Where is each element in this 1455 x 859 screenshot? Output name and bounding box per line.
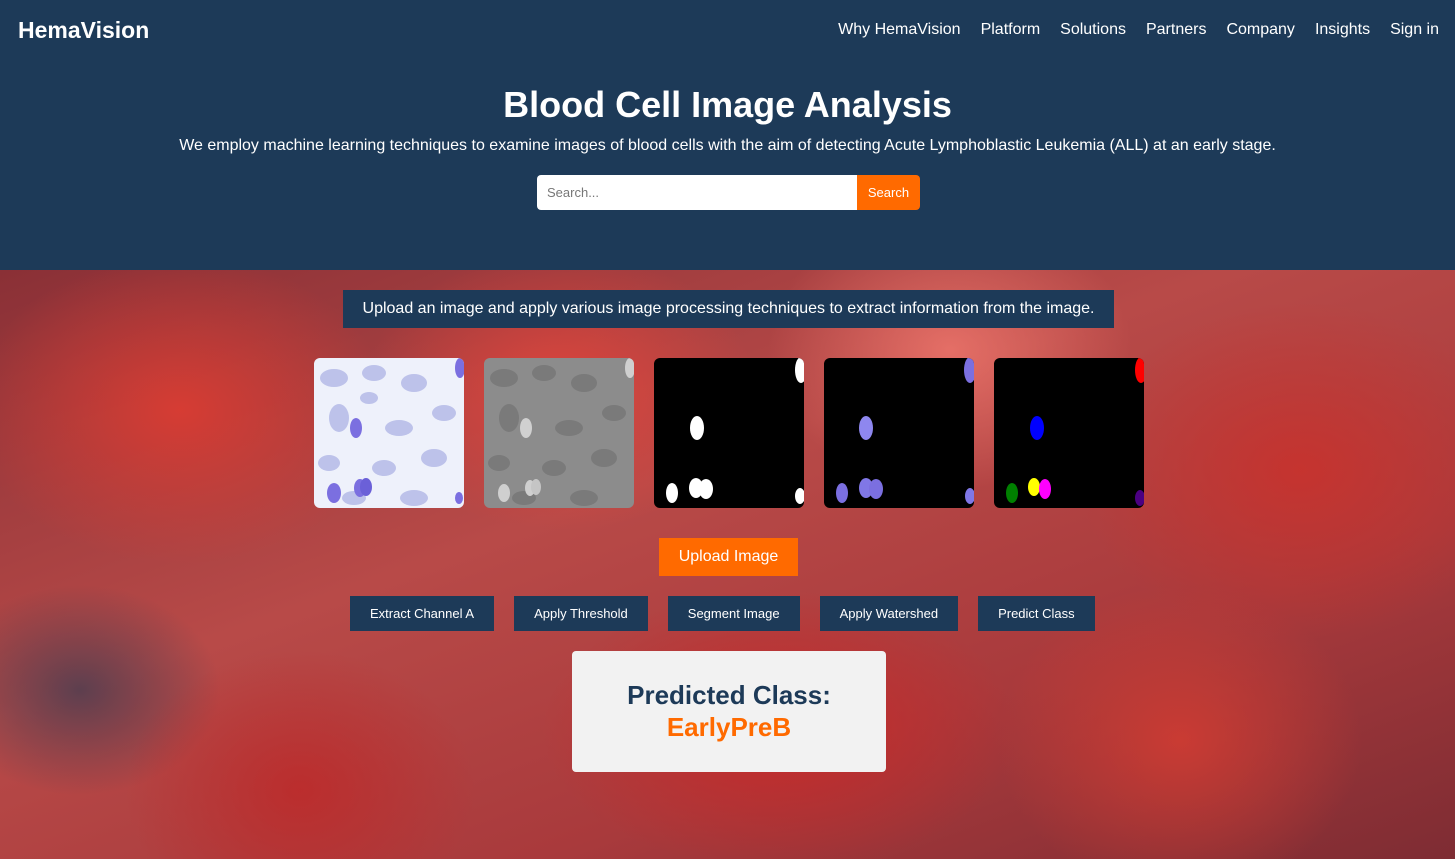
- nav-company[interactable]: Company: [1226, 21, 1294, 39]
- apply-watershed-button[interactable]: Apply Watershed: [819, 596, 959, 631]
- predicted-class-label: Predicted Class:: [627, 680, 831, 710]
- prediction-result-card: Predicted Class: EarlyPreB: [572, 651, 886, 772]
- predicted-class-value: EarlyPreB: [666, 712, 792, 742]
- threshold-thumbnail: [654, 358, 804, 508]
- top-nav: Why HemaVision Platform Solutions Partne…: [838, 21, 1439, 39]
- segment-image-button[interactable]: Segment Image: [667, 596, 800, 631]
- page-title: Blood Cell Image Analysis: [503, 84, 952, 125]
- upload-image-button[interactable]: Upload Image: [659, 538, 798, 576]
- apply-threshold-button[interactable]: Apply Threshold: [514, 596, 648, 631]
- nav-partners[interactable]: Partners: [1146, 21, 1206, 39]
- processing-actions: Extract Channel A Apply Threshold Segmen…: [350, 596, 1095, 631]
- hero-subtitle: We employ machine learning techniques to…: [179, 137, 1276, 154]
- original-image-thumbnail: [314, 358, 464, 508]
- instruction-banner: Upload an image and apply various image …: [343, 290, 1114, 328]
- segmented-thumbnail: [824, 358, 974, 508]
- nav-insights[interactable]: Insights: [1315, 21, 1370, 39]
- brand-logo[interactable]: HemaVision: [18, 17, 149, 44]
- extract-channel-a-button[interactable]: Extract Channel A: [350, 596, 495, 631]
- nav-platform[interactable]: Platform: [981, 21, 1041, 39]
- nav-why-hemavision[interactable]: Why HemaVision: [838, 21, 960, 39]
- search-input[interactable]: [537, 175, 857, 210]
- nav-solutions[interactable]: Solutions: [1060, 21, 1126, 39]
- search-bar: Search: [537, 175, 920, 210]
- header: HemaVision Why HemaVision Platform Solut…: [0, 0, 1455, 270]
- watershed-thumbnail: [994, 358, 1144, 508]
- search-button[interactable]: Search: [857, 175, 920, 210]
- channel-a-thumbnail: [484, 358, 634, 508]
- predict-class-button[interactable]: Predict Class: [978, 596, 1095, 631]
- nav-sign-in[interactable]: Sign in: [1390, 21, 1439, 39]
